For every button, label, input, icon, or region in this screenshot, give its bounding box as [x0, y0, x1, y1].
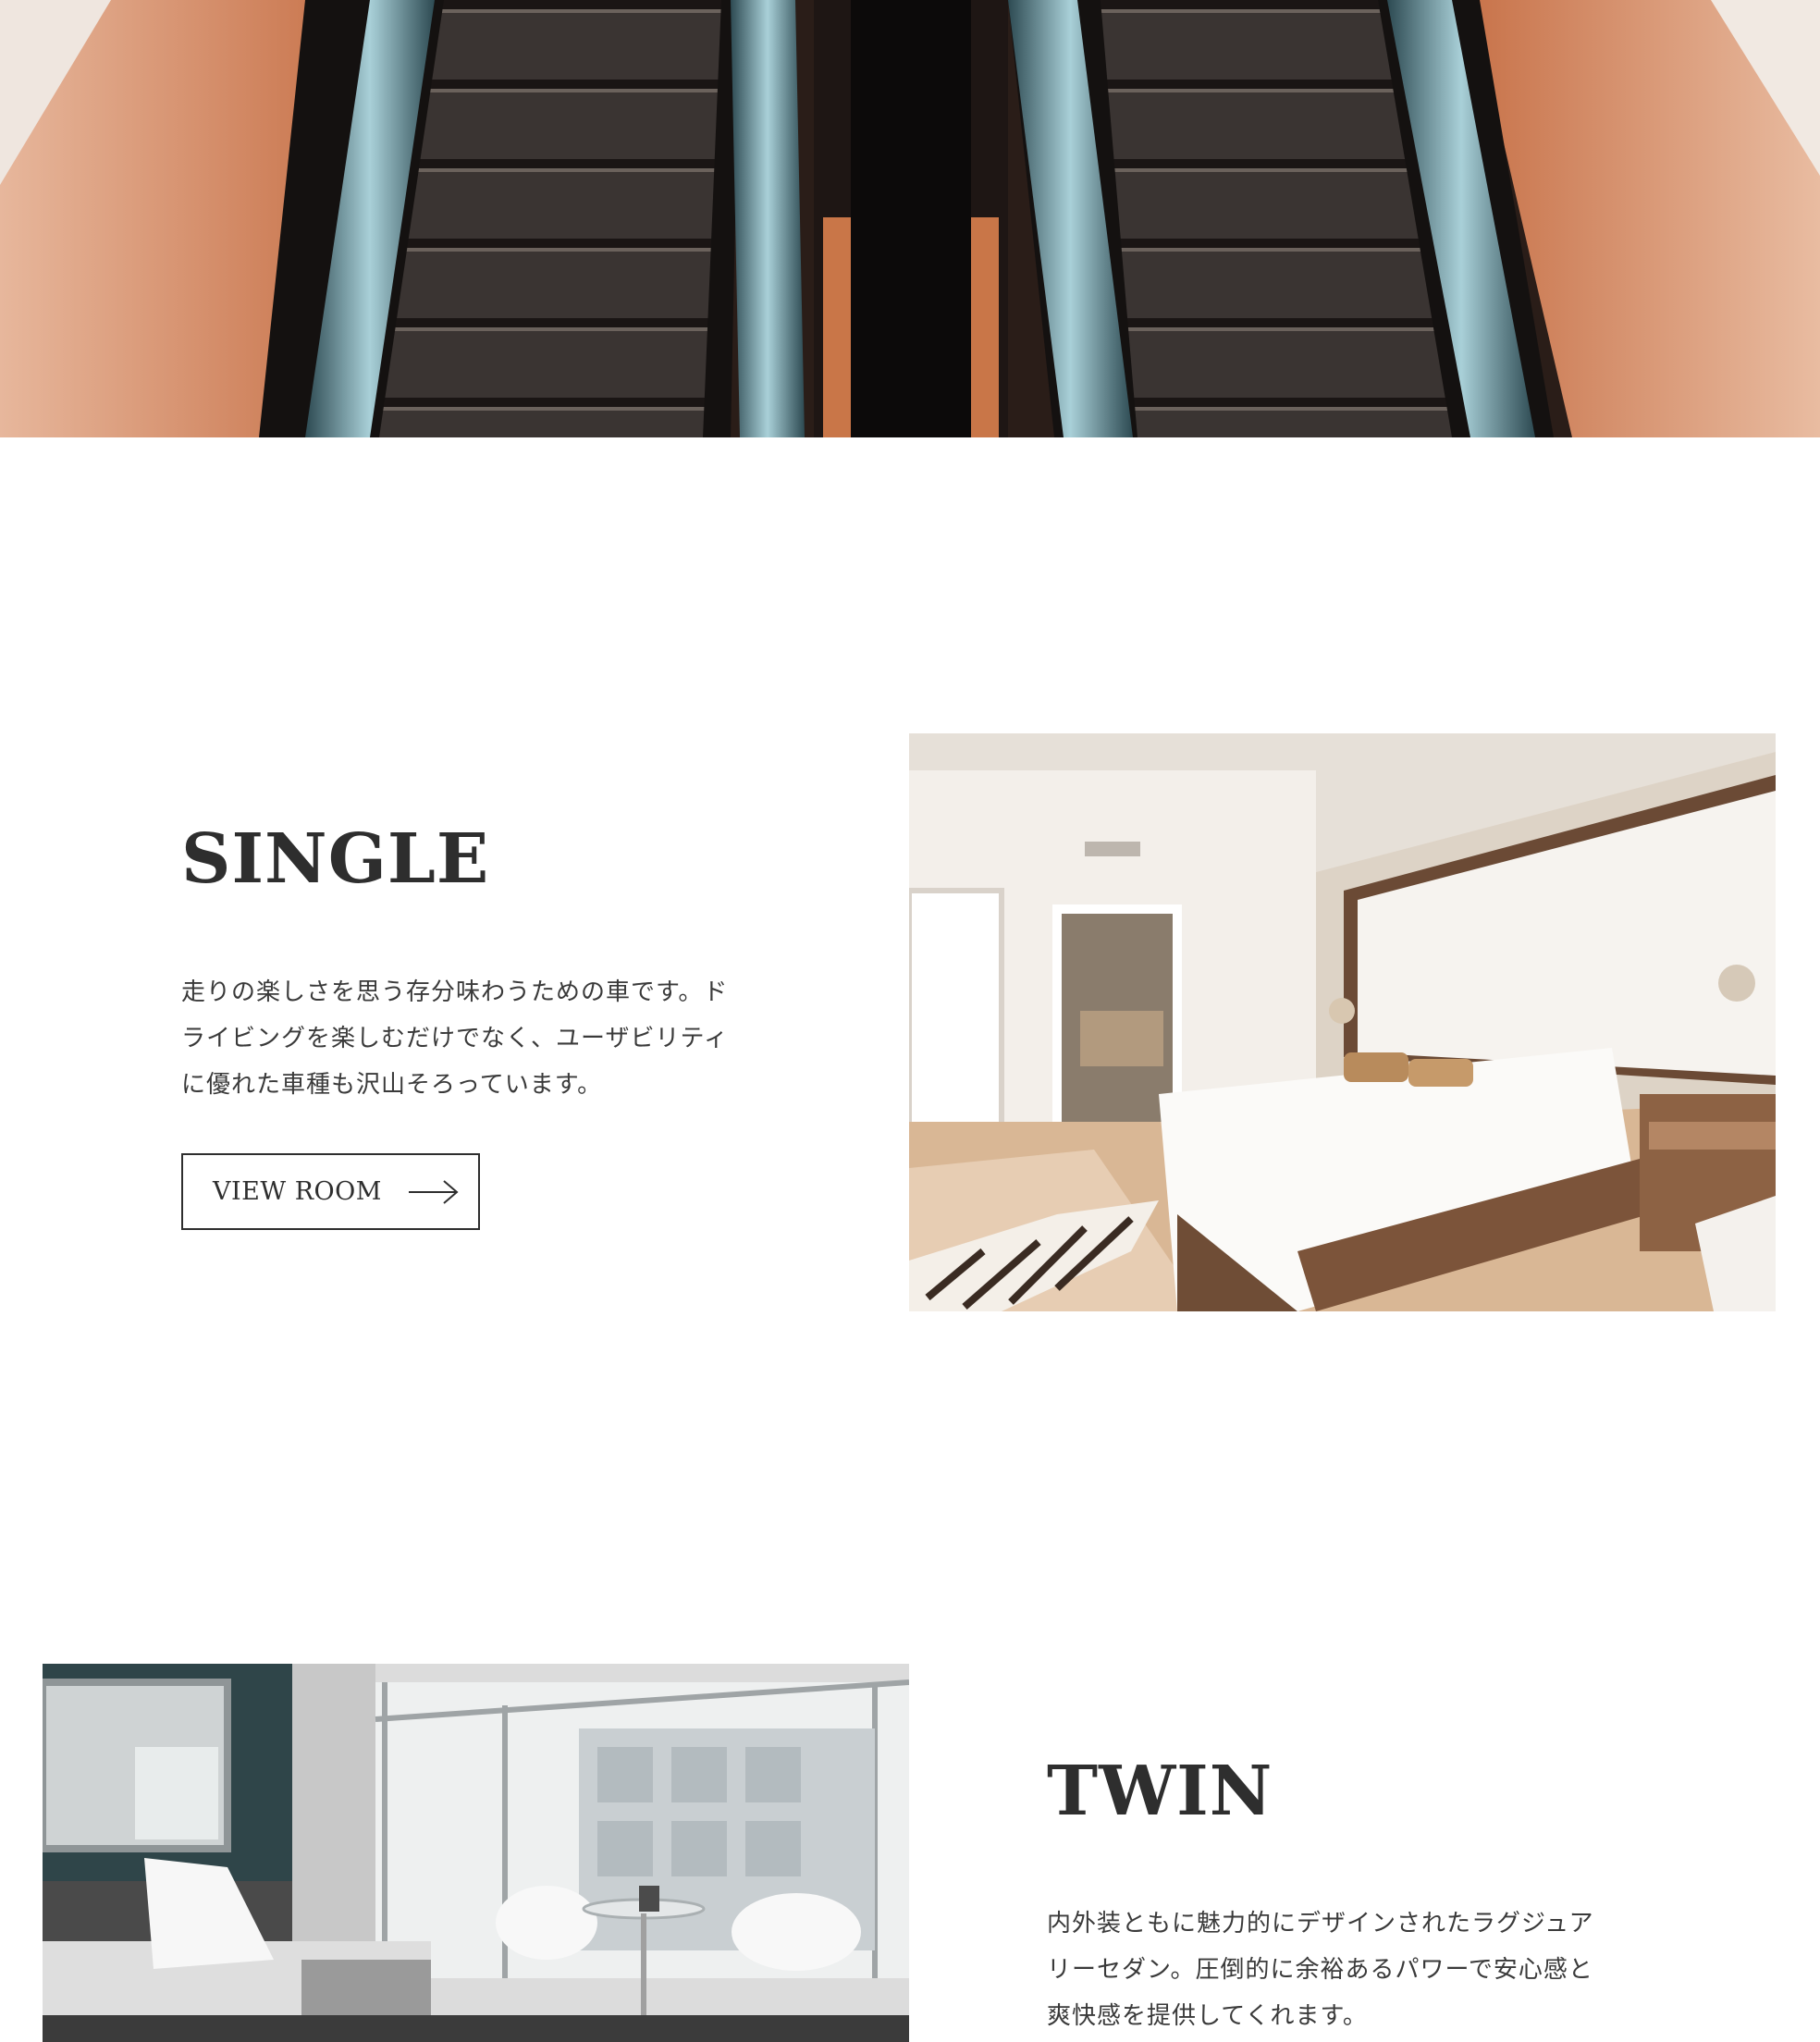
room-desc-line: 内外装ともに魅力的にデザインされたラグジュア [1047, 1910, 1594, 1937]
room-title-single: SINGLE [181, 819, 490, 899]
room-desc-line: リーセダン。圧倒的に余裕あるパワーで安心感と [1047, 1956, 1593, 1984]
single-room-text: SINGLE [181, 825, 773, 893]
room-title-twin: TWIN [1047, 1752, 1273, 1831]
twin-room-text: TWIN [1047, 1757, 1639, 1826]
view-room-button[interactable]: VIEW ROOM [181, 1153, 480, 1230]
escalator-photo [0, 0, 1820, 437]
arrow-right-icon [409, 1180, 459, 1204]
bedroom-photo-warm [909, 733, 1776, 1311]
view-room-label: VIEW ROOM [213, 1177, 382, 1206]
single-room-description: 走りの楽しさを思う存分味わうための車です。ド ライビングを楽しむだけでなく、ユー… [181, 969, 792, 1108]
room-desc-line: 走りの楽しさを思う存分味わうための車です。ド [181, 978, 729, 1006]
room-desc-line: 爽快感を提供してくれます。 [1047, 2002, 1368, 2030]
twin-room-description: 内外装ともに魅力的にデザインされたラグジュア リーセダン。圧倒的に余裕あるパワー… [1047, 1901, 1676, 2039]
room-desc-line: ライビングを楽しむだけでなく、ユーザビリティ [181, 1025, 729, 1052]
hero-banner [0, 0, 1820, 437]
bedroom-photo-grey [43, 1664, 909, 2042]
room-desc-line: に優れた車種も沢山そろっています。 [181, 1071, 603, 1099]
